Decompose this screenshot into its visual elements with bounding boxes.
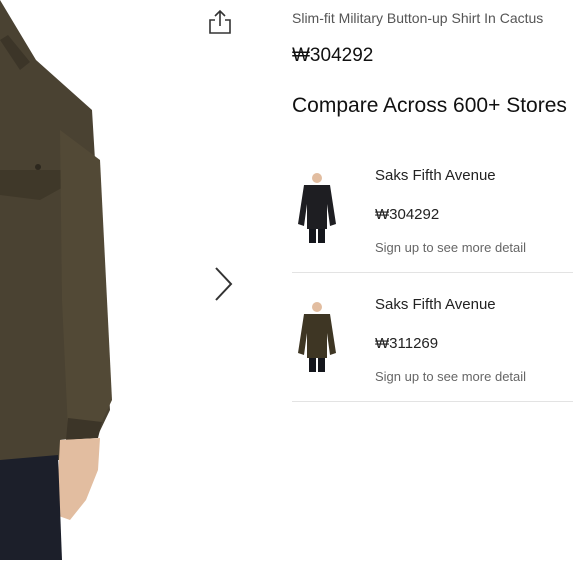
offer-thumbnail [298,173,336,243]
offer-price: ₩304292 [375,206,440,223]
offer-thumbnail [298,302,336,372]
product-title: Slim-fit Military Button-up Shirt In Cac… [292,10,544,26]
offer-signup-note[interactable]: Sign up to see more detail [375,240,526,255]
offer-signup-note[interactable]: Sign up to see more detail [375,369,526,384]
share-button[interactable] [206,8,234,36]
share-icon [209,9,231,34]
product-image-gallery [0,0,260,573]
offer-row[interactable]: Saks Fifth Avenue ₩311269 Sign up to see… [292,273,573,402]
chevron-right-icon [215,267,233,301]
compare-heading: Compare Across 600+ Stores [292,94,567,117]
product-details: Slim-fit Military Button-up Shirt In Cac… [292,0,573,573]
offer-store-name: Saks Fifth Avenue [375,296,496,313]
offer-list: Saks Fifth Avenue ₩304292 Sign up to see… [292,144,573,402]
product-price: ₩304292 [292,45,374,66]
offer-price: ₩311269 [375,335,439,352]
next-image-button[interactable] [210,264,238,304]
offer-row[interactable]: Saks Fifth Avenue ₩304292 Sign up to see… [292,144,573,273]
offer-store-name: Saks Fifth Avenue [375,167,496,184]
